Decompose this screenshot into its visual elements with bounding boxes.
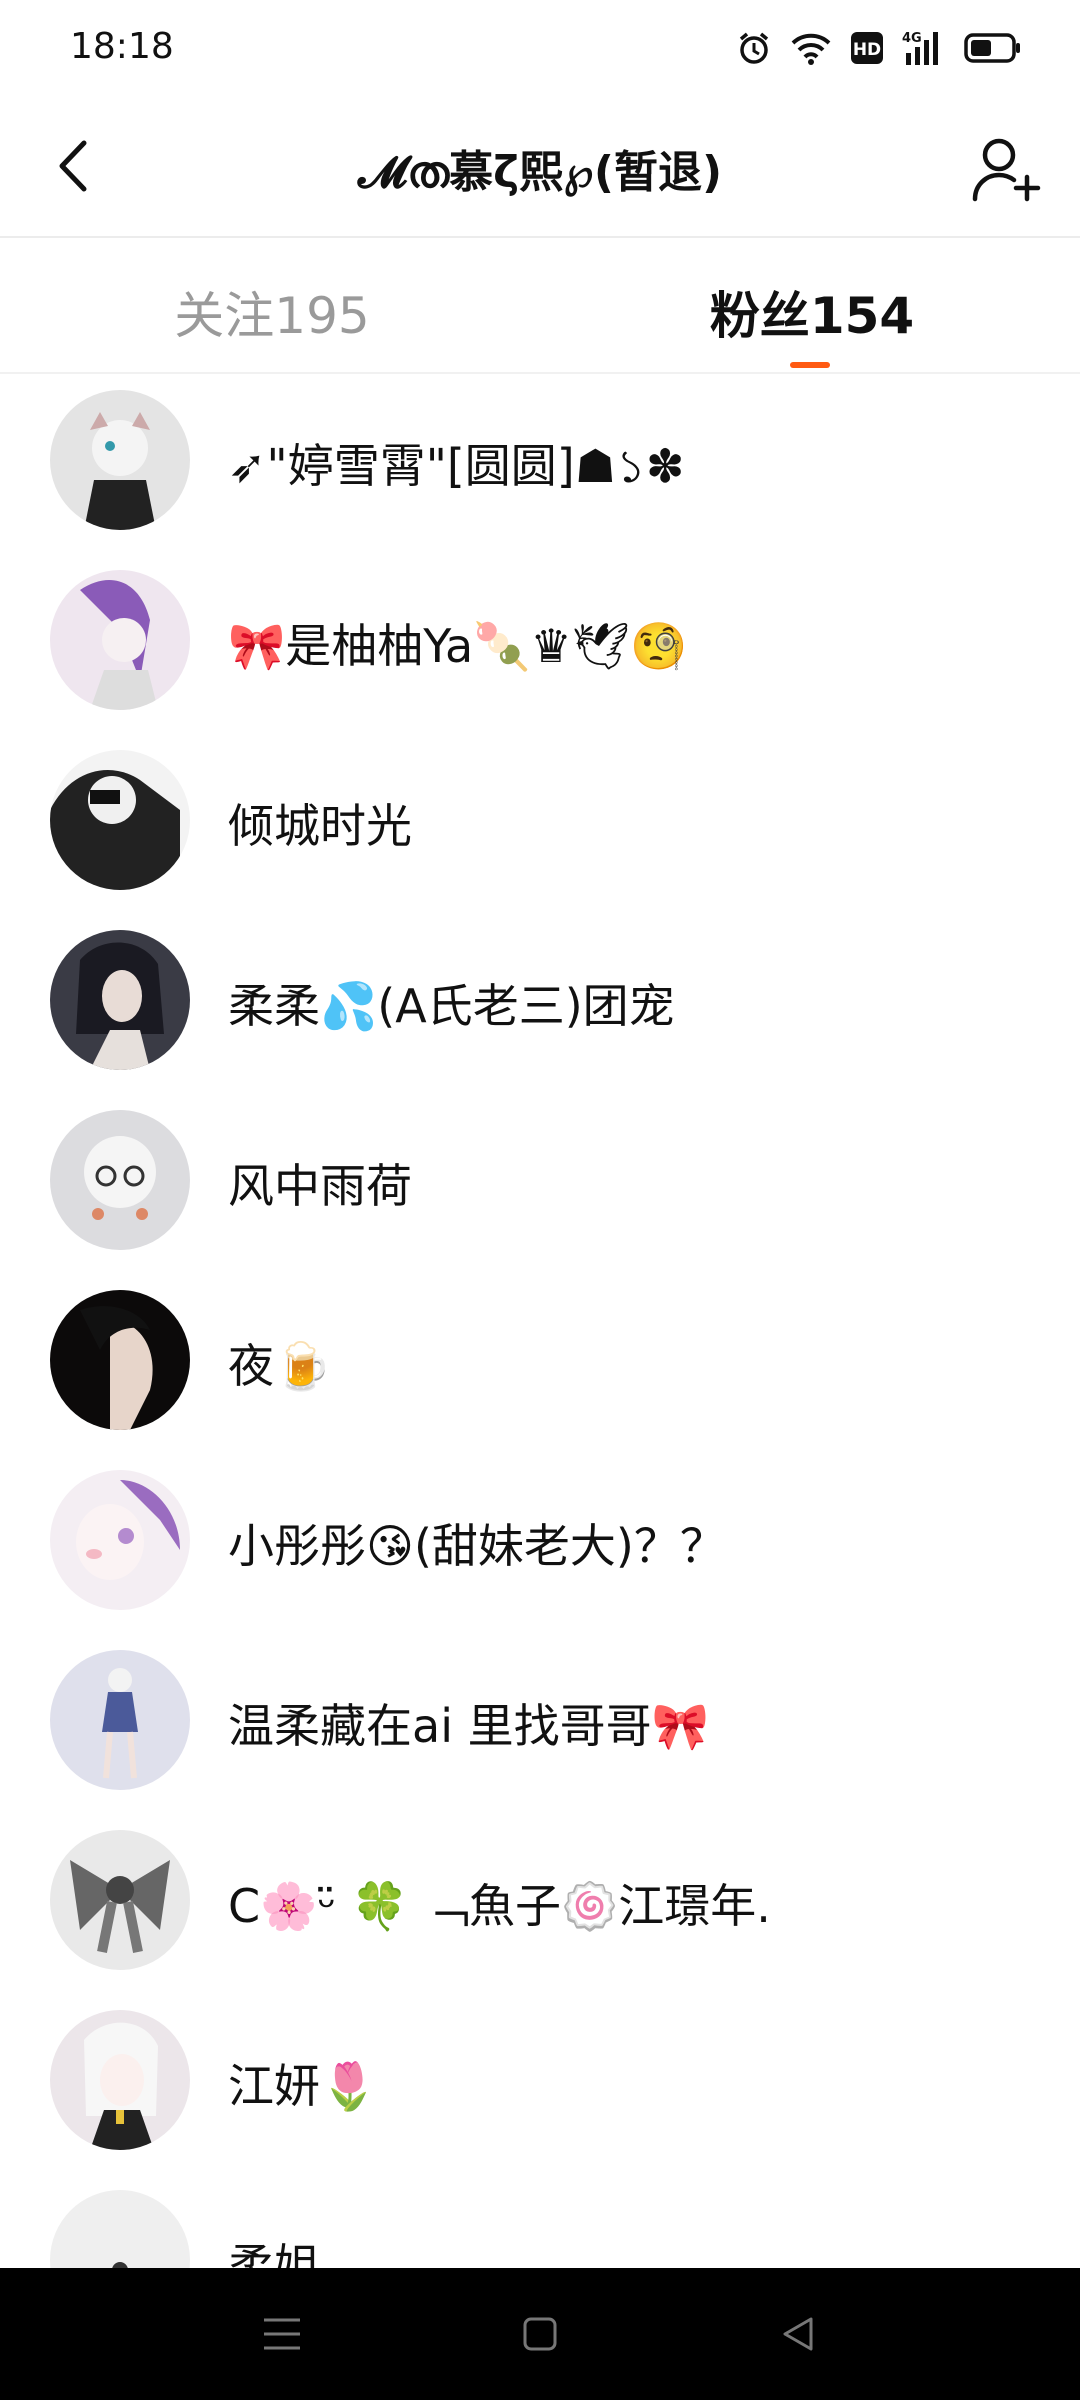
add-user-icon (972, 138, 1041, 202)
follower-name: 倾城时光 (228, 799, 412, 853)
follower-name: 温柔藏在ai 里找哥哥🎀 (228, 1699, 709, 1753)
alarm-icon (736, 30, 772, 66)
follower-name: 风中雨荷 (228, 1159, 412, 1213)
follower-name: 🎀是柚柚Ya🍡♛🕊🧐 (228, 619, 688, 673)
hd-icon: HD (850, 31, 884, 65)
back-nav-button[interactable] (768, 2310, 828, 2358)
page-title: 𝓜ത慕ζ熙℘(暂退) (357, 147, 723, 198)
svg-text:HD: HD (853, 40, 881, 60)
list-item[interactable]: 🎀是柚柚Ya🍡♛🕊🧐 (0, 554, 1080, 734)
add-user-button[interactable] (968, 132, 1044, 208)
follower-name: 小彤彤😘(甜妹老大)？？ (228, 1519, 726, 1573)
follower-name: 江妍🌷 (228, 2059, 378, 2113)
back-button[interactable] (40, 132, 108, 200)
avatar[interactable] (50, 1470, 190, 1610)
wifi-icon (790, 30, 832, 66)
list-item[interactable]: 温柔藏在ai 里找哥哥🎀 (0, 1634, 1080, 1814)
home-button[interactable] (510, 2310, 570, 2358)
list-item[interactable]: 倾城时光 (0, 734, 1080, 914)
status-icons: HD 4G (736, 28, 1022, 68)
list-item[interactable]: 风中雨荷 (0, 1094, 1080, 1274)
active-tab-indicator (790, 362, 830, 368)
status-time: 18:18 (70, 26, 174, 67)
avatar[interactable] (50, 390, 190, 530)
avatar[interactable] (50, 1290, 190, 1430)
list-item[interactable]: 小彤彤😘(甜妹老大)？？ (0, 1454, 1080, 1634)
follower-name: 夜🍺 (228, 1339, 332, 1393)
system-nav-bar (0, 2268, 1080, 2400)
list-item[interactable]: 夜🍺 (0, 1274, 1080, 1454)
avatar[interactable] (50, 750, 190, 890)
menu-button[interactable] (252, 2310, 312, 2358)
follow-tabs: 关注195 粉丝154 (0, 238, 1080, 374)
list-item[interactable]: C🌸ᵕ̈ 🍀 ﹁魚子🍥江璟年. (0, 1814, 1080, 1994)
tab-followers[interactable]: 粉丝154 (612, 276, 1012, 348)
avatar[interactable] (50, 2010, 190, 2150)
chevron-left-icon (59, 140, 87, 192)
home-icon (523, 2317, 557, 2351)
tab-followers-label: 粉丝 (709, 287, 810, 345)
follower-name: C🌸ᵕ̈ 🍀 ﹁魚子🍥江璟年. (228, 1879, 771, 1933)
avatar[interactable] (50, 1830, 190, 1970)
status-bar: 18:18 HD 4G (0, 0, 1080, 96)
list-item[interactable]: 江妍🌷 (0, 1994, 1080, 2174)
followers-list: ➶"婷雪霄"[圆圆]☗১✽ 🎀是柚柚Ya🍡♛🕊🧐 倾城时光 柔柔💦(A氏老三)团… (0, 374, 1080, 2354)
tab-followers-count: 154 (809, 287, 915, 345)
header: 𝓜ത慕ζ熙℘(暂退) (0, 96, 1080, 238)
avatar[interactable] (50, 570, 190, 710)
back-triangle-icon (783, 2317, 813, 2351)
list-item[interactable]: 柔柔💦(A氏老三)团宠 (0, 914, 1080, 1094)
4g-signal-icon: 4G (902, 29, 946, 67)
avatar[interactable] (50, 930, 190, 1070)
avatar[interactable] (50, 1110, 190, 1250)
follower-name: ➶"婷雪霄"[圆圆]☗১✽ (228, 439, 685, 493)
battery-icon (964, 32, 1022, 64)
tab-following[interactable]: 关注195 (72, 276, 472, 348)
svg-text:4G: 4G (902, 31, 922, 46)
menu-icon (264, 2318, 300, 2350)
avatar[interactable] (50, 1650, 190, 1790)
follower-name: 柔柔💦(A氏老三)团宠 (228, 979, 675, 1033)
list-item[interactable]: ➶"婷雪霄"[圆圆]☗১✽ (0, 374, 1080, 554)
